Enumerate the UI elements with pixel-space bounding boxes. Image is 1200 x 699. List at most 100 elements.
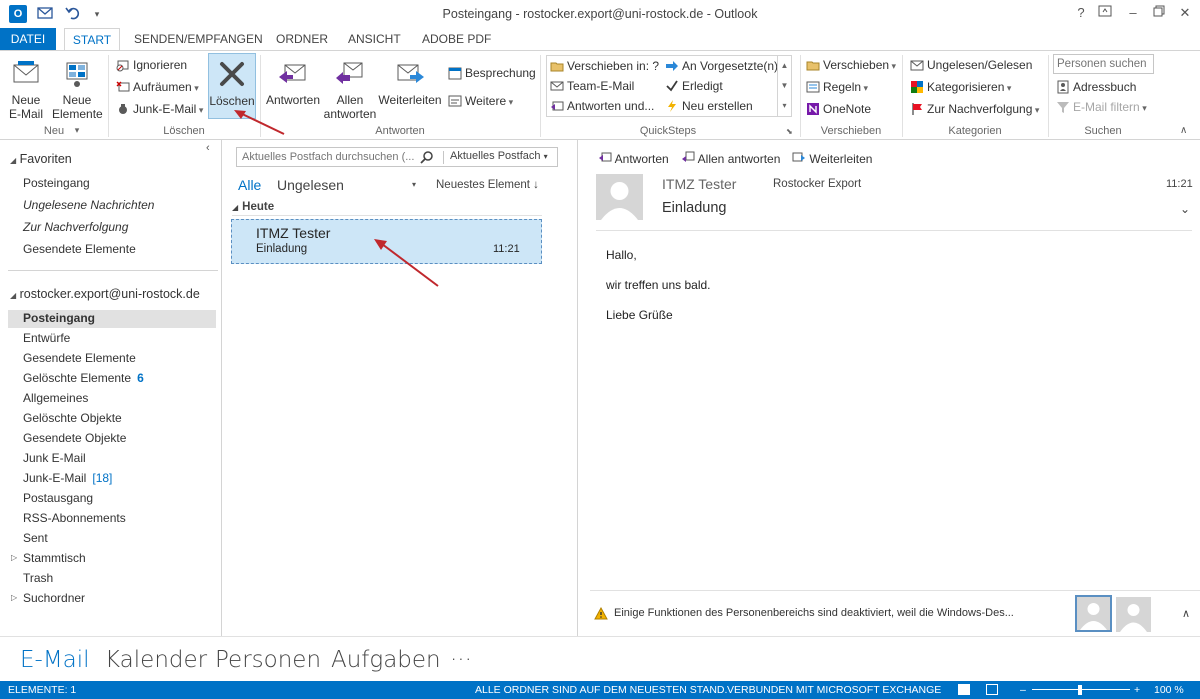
nav-calendar[interactable]: Kalender — [105, 647, 207, 673]
filter-unread-tab[interactable]: Ungelesen — [277, 177, 344, 193]
quickstep-create-new[interactable]: Neu erstellen — [665, 96, 753, 116]
folder-item[interactable]: Posteingang — [23, 308, 95, 328]
folder-item[interactable]: Gesendete Objekte — [23, 428, 126, 448]
collapse-folder-pane-icon[interactable]: ‹ — [206, 142, 210, 154]
account-header[interactable]: ◢ rostocker.export@uni-rostock.de — [10, 287, 200, 301]
folder-item[interactable]: Junk-E-Mail [18] — [23, 468, 112, 488]
group-header-today[interactable]: ◢ Heute — [232, 198, 542, 216]
new-email-button[interactable]: Neue E-Mail — [4, 53, 48, 121]
maximize-icon[interactable] — [1148, 3, 1170, 23]
reply-all-button[interactable]: Allen antworten — [322, 53, 378, 121]
reply-all-action[interactable]: Allen antworten — [681, 151, 780, 166]
nav-people[interactable]: Personen — [215, 647, 321, 673]
tab-start[interactable]: START — [64, 28, 120, 51]
forward-action[interactable]: Weiterleiten — [792, 151, 872, 166]
expand-triangle-icon[interactable]: ▷ — [11, 548, 17, 568]
sender-name[interactable]: ITMZ Tester — [662, 176, 736, 192]
folder-name: Entwürfe — [23, 331, 71, 345]
folder-item[interactable]: Trash — [23, 568, 53, 588]
tab-adobe-pdf[interactable]: ADOBE PDF — [414, 28, 499, 50]
person-icon — [1080, 603, 1107, 630]
folder-item[interactable]: Gelöschte Elemente 6 — [23, 368, 144, 388]
forward-icon — [792, 152, 806, 166]
address-book-button[interactable]: Adressbuch — [1056, 77, 1136, 97]
nav-mail[interactable]: E-Mail — [20, 647, 90, 673]
folder-item[interactable]: ▷ Stammtisch — [11, 548, 86, 568]
rules-button[interactable]: Regeln — [806, 77, 868, 97]
unread-read-button[interactable]: Ungelesen/Gelesen — [910, 55, 1032, 75]
zoom-out-icon[interactable]: – — [1020, 681, 1026, 699]
new-email-label-2: E-Mail — [8, 107, 43, 121]
tab-ansicht[interactable]: ANSICHT — [340, 28, 409, 50]
favorites-header[interactable]: ◢ Favoriten — [10, 152, 72, 166]
status-connection: VERBUNDEN MIT MICROSOFT EXCHANGE — [727, 684, 942, 696]
mailbox-search-input[interactable] — [237, 148, 437, 166]
follow-up-button[interactable]: Zur Nachverfolgung — [910, 99, 1039, 119]
folder-item[interactable]: ▷ Suchordner — [11, 588, 85, 608]
group-label-quicksteps: QuickSteps — [639, 125, 697, 137]
quicksteps-dialog-launcher-icon[interactable]: ⬊ — [786, 127, 793, 136]
tab-datei[interactable]: DATEI — [0, 28, 56, 50]
meeting-button[interactable]: Besprechung — [448, 63, 536, 83]
filter-email-button[interactable]: E-Mail filtern — [1056, 97, 1147, 117]
ribbon-display-options-icon[interactable] — [1094, 3, 1116, 23]
reply-action[interactable]: Antworten — [598, 151, 669, 166]
move-button[interactable]: Verschieben — [806, 55, 896, 75]
folder-item[interactable]: RSS-Abonnements — [23, 508, 126, 528]
collapse-ribbon-icon[interactable]: ∧ — [1180, 125, 1187, 136]
people-avatar[interactable] — [1116, 597, 1151, 632]
quickstep-move-to[interactable]: Verschieben in: ? — [550, 56, 659, 76]
favorite-item[interactable]: Zur Nachverfolgung — [23, 217, 128, 237]
zoom-in-icon[interactable]: + — [1134, 681, 1140, 699]
folder-item[interactable]: Sent — [23, 528, 48, 548]
expand-triangle-icon[interactable]: ▷ — [11, 588, 17, 608]
close-icon[interactable]: ✕ — [1174, 3, 1196, 23]
minimize-icon[interactable]: – — [1122, 3, 1144, 23]
reply-button[interactable]: Antworten — [264, 53, 322, 107]
cleanup-button[interactable]: Aufräumen — [116, 77, 199, 97]
quickstep-team-email[interactable]: Team-E-Mail — [550, 76, 634, 96]
junk-email-button[interactable]: Junk-E-Mail — [116, 99, 203, 119]
categorize-button[interactable]: Kategorisieren — [910, 77, 1011, 97]
expand-header-icon[interactable]: ⌄ — [1180, 202, 1190, 216]
quicksteps-scroll[interactable]: ▲ ▼ ▾ — [777, 56, 791, 116]
onenote-button[interactable]: OneNote — [806, 99, 871, 119]
folder-item[interactable]: Junk E-Mail — [23, 448, 86, 468]
sender-avatar[interactable] — [596, 174, 643, 220]
people-avatar[interactable] — [1075, 595, 1112, 632]
folder-name: Sent — [23, 531, 48, 545]
zoom-level[interactable]: 100 % — [1154, 681, 1184, 699]
zoom-slider-thumb[interactable] — [1078, 685, 1082, 695]
favorite-item[interactable]: Ungelesene Nachrichten — [23, 195, 154, 215]
folder-item[interactable]: Entwürfe — [23, 328, 70, 348]
nav-more-icon[interactable]: ··· — [450, 647, 472, 673]
help-icon[interactable]: ? — [1070, 3, 1092, 23]
favorite-item[interactable]: Gesendete Elemente — [23, 239, 136, 259]
quickstep-done[interactable]: Erledigt — [665, 76, 723, 96]
search-scope-dropdown[interactable]: Aktuelles Postfach ▾ — [450, 150, 548, 162]
folder-item[interactable]: Gelöschte Objekte — [23, 408, 122, 428]
ignore-button[interactable]: Ignorieren — [116, 55, 187, 75]
recipient-name[interactable]: Rostocker Export — [773, 178, 861, 190]
folder-item[interactable]: Postausgang — [23, 488, 93, 508]
people-search-input[interactable] — [1053, 54, 1154, 74]
search-icon[interactable] — [420, 150, 434, 167]
search-separator — [443, 151, 444, 164]
sort-button[interactable]: Neuestes Element ↓ — [436, 179, 539, 191]
folder-item[interactable]: Allgemeines — [23, 388, 88, 408]
more-reply-button[interactable]: Weitere — [448, 91, 513, 111]
expand-people-pane-icon[interactable]: ∧ — [1182, 607, 1190, 620]
follow-up-label: Zur Nachverfolgung — [927, 102, 1039, 116]
nav-tasks[interactable]: Aufgaben — [331, 647, 441, 673]
normal-view-icon[interactable] — [958, 684, 970, 695]
quickstep-reply-delete[interactable]: Antworten und... — [550, 96, 654, 116]
filter-all-tab[interactable]: Alle — [238, 177, 261, 193]
forward-button[interactable]: Weiterleiten — [378, 53, 442, 107]
tab-senden-empfangen[interactable]: SENDEN/EMPFANGEN — [126, 28, 271, 50]
reading-view-icon[interactable] — [986, 684, 998, 695]
favorite-item[interactable]: Posteingang — [23, 173, 90, 193]
tab-ordner[interactable]: ORDNER — [268, 28, 336, 50]
folder-item[interactable]: Gesendete Elemente — [23, 348, 136, 368]
filter-dropdown-icon[interactable]: ▾ — [412, 180, 416, 189]
quickstep-manager[interactable]: An Vorgesetzte(n) — [665, 56, 778, 76]
